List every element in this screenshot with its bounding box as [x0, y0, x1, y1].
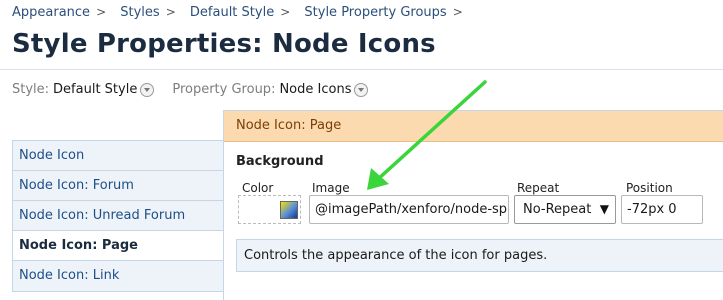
breadcrumb-default-style[interactable]: Default Style	[190, 5, 274, 20]
chevron-down-circle-icon[interactable]	[354, 82, 369, 97]
property-description: Controls the appearance of the icon for …	[236, 239, 723, 272]
style-filter-label: Style:	[12, 82, 50, 97]
style-filter-value[interactable]: Default Style	[53, 82, 137, 97]
color-field[interactable]	[238, 195, 301, 224]
group-filter-label: Property Group:	[172, 82, 276, 97]
style-filter-bar: Style: Default Style Property Group: Nod…	[12, 82, 386, 97]
image-path-input[interactable]: @imagePath/xenforo/node-sp	[309, 195, 509, 224]
property-sidebar: Node Icon Node Icon: Forum Node Icon: Un…	[12, 140, 224, 292]
property-panel: Node Icon: Page Background Color Image R…	[223, 110, 723, 300]
color-picker-swatch-icon[interactable]	[280, 201, 298, 219]
position-label: Position	[626, 181, 673, 195]
breadcrumb-separator: >	[96, 5, 107, 19]
page-title: Style Properties: Node Icons	[12, 29, 436, 59]
section-label-background: Background	[236, 154, 324, 169]
breadcrumb-separator: >	[452, 5, 463, 19]
breadcrumb-separator: >	[280, 5, 291, 19]
sidebar-item-node-icon[interactable]: Node Icon	[13, 141, 224, 171]
color-label: Color	[242, 181, 274, 195]
chevron-down-circle-icon[interactable]	[140, 82, 155, 97]
sidebar-item-node-icon-page[interactable]: Node Icon: Page	[13, 231, 224, 261]
repeat-select-value: No-Repeat	[523, 202, 592, 217]
sidebar-item-node-icon-forum[interactable]: Node Icon: Forum	[13, 171, 224, 201]
image-label: Image	[312, 181, 350, 195]
group-filter-value[interactable]: Node Icons	[279, 82, 351, 97]
caret-down-icon: ▼	[599, 202, 609, 216]
sidebar-item-node-icon-link[interactable]: Node Icon: Link	[13, 261, 224, 291]
sidebar-item-node-icon-unread-forum[interactable]: Node Icon: Unread Forum	[13, 201, 224, 231]
breadcrumb-separator: >	[165, 5, 176, 19]
repeat-label: Repeat	[517, 181, 560, 195]
title-divider	[0, 69, 723, 70]
panel-header: Node Icon: Page	[224, 111, 723, 142]
position-input[interactable]: -72px 0	[621, 195, 703, 224]
repeat-select[interactable]: No-Repeat ▼	[514, 195, 616, 224]
breadcrumb-style-property-groups[interactable]: Style Property Groups	[304, 5, 446, 20]
breadcrumb-styles[interactable]: Styles	[120, 5, 159, 20]
breadcrumb-appearance[interactable]: Appearance	[12, 5, 90, 20]
breadcrumb: Appearance > Styles > Default Style > Style…	[12, 5, 473, 20]
